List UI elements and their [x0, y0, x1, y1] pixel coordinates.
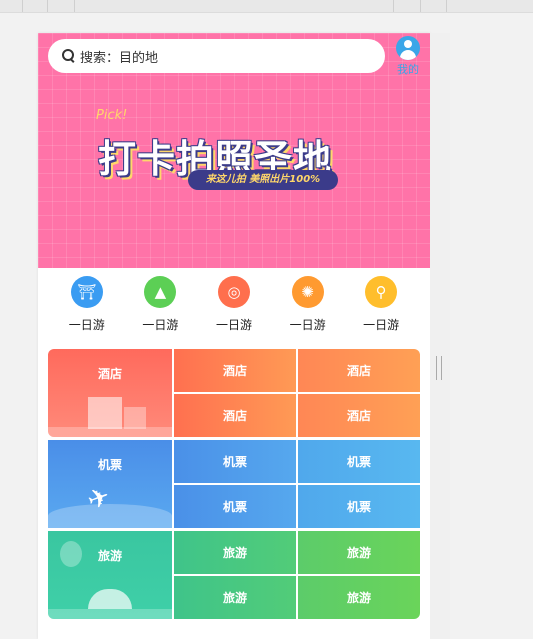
flight-title: 机票: [97, 458, 122, 472]
hotel-subgrid: 酒店 酒店 酒店 酒店: [174, 349, 420, 437]
location-person-icon: ⚲: [365, 276, 398, 308]
browser-top-bar: [0, 0, 533, 13]
dragon-icon: ◎: [217, 276, 250, 308]
flight-cell[interactable]: 机票: [174, 485, 296, 528]
hotel-main-tile[interactable]: 酒店: [48, 349, 172, 437]
flight-main-tile[interactable]: 机票 ✈: [48, 440, 172, 528]
hotel-cell[interactable]: 酒店: [298, 349, 420, 392]
quick-entry-label: 一日游: [215, 318, 252, 332]
resize-handle[interactable]: [436, 356, 442, 380]
search-bar[interactable]: 搜索：目的地: [48, 39, 385, 73]
travel-subgrid: 旅游 旅游 旅游 旅游: [174, 531, 420, 619]
profile-label: 我的: [397, 63, 419, 76]
quick-entry-label: 一日游: [289, 318, 326, 332]
top-bar-divider: [74, 0, 75, 12]
quick-entry-item[interactable]: ▲ 一日游: [130, 276, 190, 336]
quick-entry-item[interactable]: ✺ 一日游: [278, 276, 338, 336]
ground-decoration: [48, 609, 172, 619]
quick-entry-label: 一日游: [363, 318, 400, 332]
scrollbar-track[interactable]: [430, 33, 450, 639]
balloon-icon: [60, 541, 82, 567]
banner-deco-text: Pick!: [96, 108, 128, 123]
search-icon: [62, 49, 76, 63]
quick-entry-item[interactable]: ⛩ 一日游: [57, 276, 117, 336]
banner-subtitle: 来这儿拍 美照出片100%: [188, 170, 338, 190]
hotel-title: 酒店: [97, 367, 122, 381]
flight-row: 机票 ✈ 机票 机票 机票 机票: [48, 440, 420, 528]
hotel-cell[interactable]: 酒店: [174, 394, 296, 437]
hero-banner[interactable]: 搜索：目的地 我的 Pick! 打卡拍照圣地 来这儿拍 美照出片100%: [38, 33, 430, 268]
top-bar-divider: [393, 0, 394, 12]
category-grid: 酒店 酒店 酒店 酒店 酒店 机票 ✈ 机票 机票 机票 机票 旅游 旅游 旅游…: [48, 349, 420, 622]
travel-cell[interactable]: 旅游: [174, 531, 296, 574]
user-avatar-icon: [396, 36, 420, 60]
top-bar-divider: [47, 0, 48, 12]
travel-main-tile[interactable]: 旅游: [48, 531, 172, 619]
wheel-icon: ✺: [291, 276, 324, 308]
hotel-cell[interactable]: 酒店: [174, 349, 296, 392]
hotel-row: 酒店 酒店 酒店 酒店 酒店: [48, 349, 420, 437]
flight-cell[interactable]: 机票: [174, 440, 296, 483]
hotel-building-icon: [88, 397, 122, 429]
search-input[interactable]: 搜索：目的地: [80, 47, 158, 66]
flight-cell[interactable]: 机票: [298, 440, 420, 483]
top-bar-divider: [22, 0, 23, 12]
quick-entry-item[interactable]: ◎ 一日游: [204, 276, 264, 336]
travel-cell[interactable]: 旅游: [298, 576, 420, 619]
top-bar-divider: [420, 0, 421, 12]
hotel-building-icon: [124, 407, 146, 429]
quick-entry-label: 一日游: [68, 318, 105, 332]
travel-cell[interactable]: 旅游: [174, 576, 296, 619]
quick-entry-row: ⛩ 一日游 ▲ 一日游 ◎ 一日游 ✺ 一日游 ⚲ 一日游: [38, 276, 430, 336]
opera-house-icon: [88, 589, 132, 609]
hotel-cell[interactable]: 酒店: [298, 394, 420, 437]
top-bar-divider: [446, 0, 447, 12]
travel-row: 旅游 旅游 旅游 旅游 旅游: [48, 531, 420, 619]
flight-cell[interactable]: 机票: [298, 485, 420, 528]
flight-subgrid: 机票 机票 机票 机票: [174, 440, 420, 528]
quick-entry-label: 一日游: [142, 318, 179, 332]
quick-entry-item[interactable]: ⚲ 一日游: [351, 276, 411, 336]
mountain-icon: ▲: [144, 276, 177, 308]
mobile-page: 搜索：目的地 我的 Pick! 打卡拍照圣地 来这儿拍 美照出片100% ⛩ 一…: [38, 33, 430, 639]
temple-icon: ⛩: [70, 276, 103, 308]
travel-cell[interactable]: 旅游: [298, 531, 420, 574]
profile-button[interactable]: 我的: [393, 36, 423, 77]
